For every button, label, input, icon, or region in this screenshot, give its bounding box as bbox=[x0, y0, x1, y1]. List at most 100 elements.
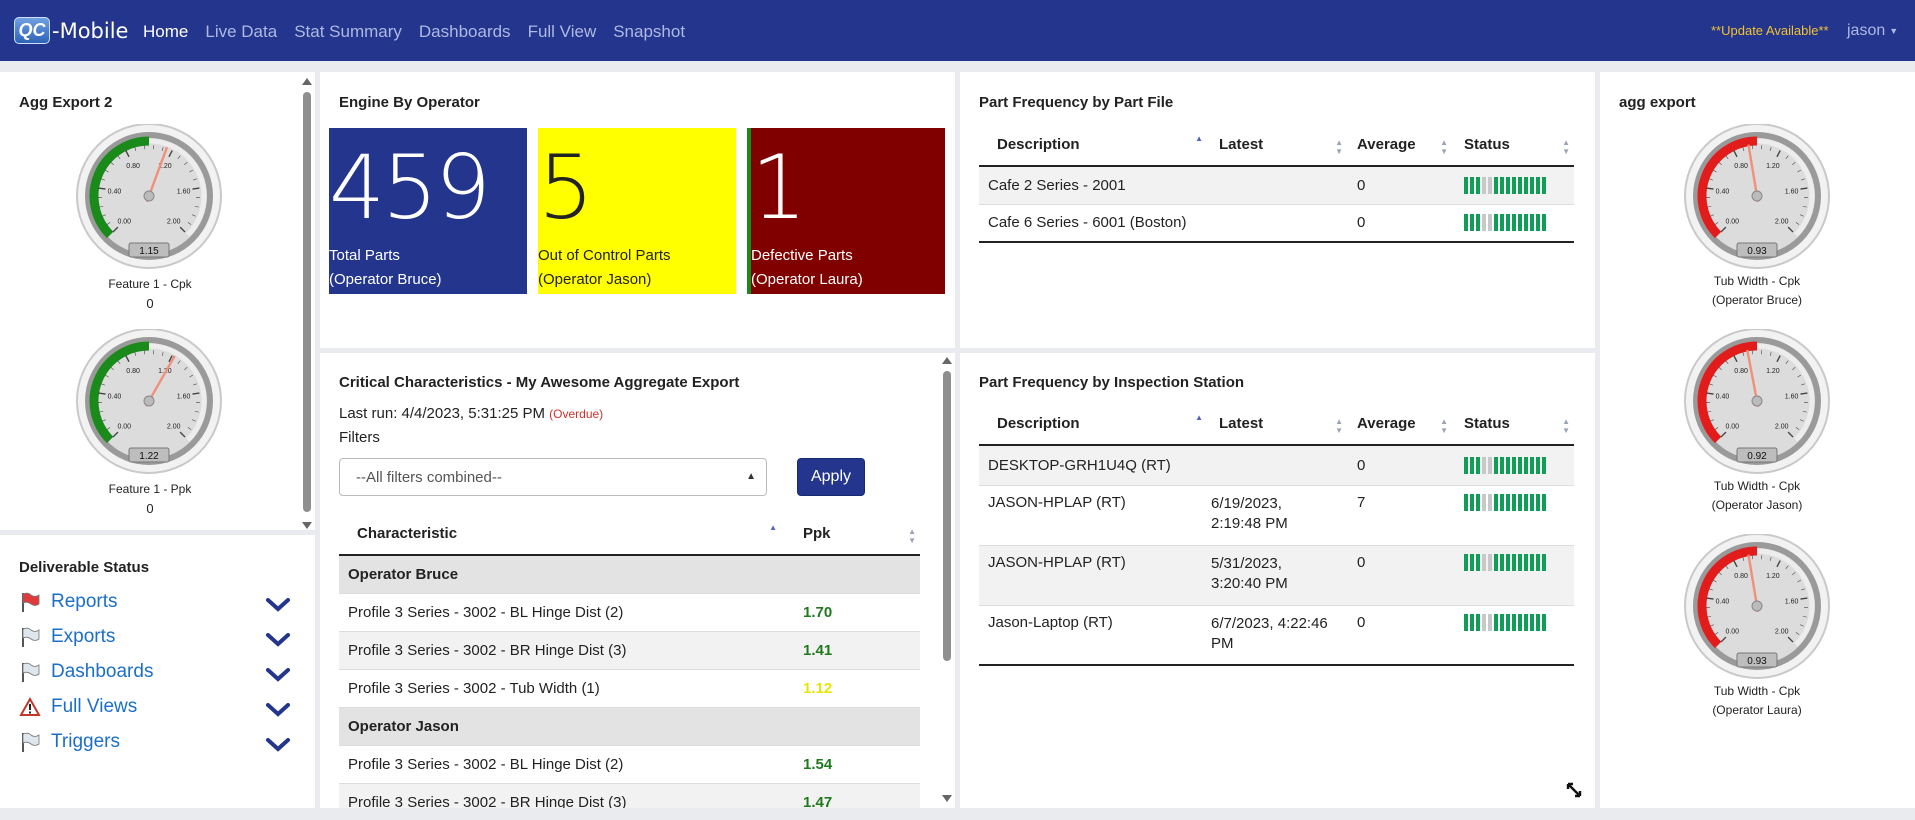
update-available-link[interactable]: **Update Available** bbox=[1711, 23, 1829, 38]
deliverable-full-views[interactable]: Full Views bbox=[19, 696, 137, 718]
tile-out-of-control[interactable]: 5 Out of Control Parts (Operator Jason) bbox=[538, 128, 736, 294]
table-row[interactable]: Profile 3 Series - 3002 - BL Hinge Dist … bbox=[339, 744, 920, 783]
status-segment bbox=[1518, 176, 1522, 194]
sort-icon: ▲ ▼ bbox=[1562, 138, 1570, 156]
status-segment bbox=[1512, 176, 1516, 194]
chevron-down-icon[interactable] bbox=[266, 738, 290, 752]
table-row[interactable]: JASON-HPLAP (RT) 5/31/2023, 3:20:40 PM 0 bbox=[979, 544, 1574, 605]
gauge-tick-label: 1.20 bbox=[1766, 163, 1780, 170]
col-average[interactable]: Average ▲ ▼ bbox=[1347, 124, 1452, 167]
nav-home[interactable]: Home bbox=[143, 22, 188, 42]
chevron-down-icon[interactable] bbox=[266, 703, 290, 717]
nav-stat-summary[interactable]: Stat Summary bbox=[294, 22, 402, 42]
status-bar bbox=[1464, 493, 1574, 511]
table-row[interactable]: Profile 3 Series - 3002 - BR Hinge Dist … bbox=[339, 782, 920, 808]
gauge-feature1-ppk: 0.000.400.801.201.602.001.22 bbox=[76, 329, 222, 474]
deliverable-reports[interactable]: Reports bbox=[19, 591, 118, 613]
flag-icon bbox=[22, 732, 40, 752]
scroll-thumb[interactable] bbox=[943, 371, 951, 661]
table-row[interactable]: Profile 3 Series - 3002 - BR Hinge Dist … bbox=[339, 630, 920, 669]
status-segment bbox=[1494, 176, 1498, 194]
status-segment bbox=[1464, 553, 1468, 571]
caret-down-icon: ▼ bbox=[1889, 25, 1899, 36]
panel-title: Agg Export 2 bbox=[19, 94, 113, 111]
scroll-up-arrow[interactable] bbox=[942, 357, 952, 364]
filter-select[interactable]: --All filters combined-- ▲ bbox=[339, 458, 767, 496]
tile-total-parts[interactable]: 459 Total Parts (Operator Bruce) bbox=[329, 128, 527, 294]
cell-ppk: 1.70 bbox=[787, 592, 920, 631]
table-row[interactable]: Profile 3 Series - 3002 - BL Hinge Dist … bbox=[339, 592, 920, 631]
cell-latest-line1: 6/7/2023, 4:22:46 bbox=[1211, 614, 1328, 632]
status-segment bbox=[1482, 214, 1486, 232]
col-characteristic[interactable]: Characteristic ▲ bbox=[339, 513, 787, 556]
tile-defective-parts[interactable]: 1 Defective Parts (Operator Laura) bbox=[747, 128, 945, 294]
cell-latest bbox=[1211, 444, 1347, 485]
panel-critical-characteristics: Critical Characteristics - My Awesome Ag… bbox=[320, 353, 955, 808]
table-row[interactable]: JASON-HPLAP (RT) 6/19/2023, 2:19:48 PM 7 bbox=[979, 484, 1574, 545]
scroll-down-arrow[interactable] bbox=[302, 522, 312, 529]
scroll-thumb[interactable] bbox=[303, 92, 311, 512]
status-bar bbox=[1464, 456, 1574, 474]
cell-latest-line2: 3:20:40 PM bbox=[1211, 574, 1288, 592]
status-segment bbox=[1536, 553, 1540, 571]
panel-scrollbar[interactable] bbox=[302, 76, 312, 529]
col-average[interactable]: Average ▲ ▼ bbox=[1347, 403, 1452, 446]
table-row[interactable]: Cafe 2 Series - 2001 0 bbox=[979, 165, 1574, 204]
status-segment bbox=[1542, 456, 1546, 474]
app-logo[interactable]: QC -Mobile bbox=[14, 17, 128, 44]
user-menu[interactable]: jason ▼ bbox=[1847, 22, 1898, 40]
tile-caption-line2: (Operator Bruce) bbox=[329, 271, 442, 288]
cell-latest: 5/31/2023, 3:20:40 PM bbox=[1211, 544, 1347, 605]
table-row[interactable]: Profile 3 Series - 3002 - Tub Width (1) … bbox=[339, 668, 920, 707]
col-description[interactable]: Description ▲ bbox=[979, 403, 1211, 446]
apply-button[interactable]: Apply bbox=[797, 458, 865, 496]
table-row[interactable]: Cafe 6 Series - 6001 (Boston) 0 bbox=[979, 203, 1574, 242]
last-run-text: Last run: 4/4/2023, 5:31:25 PM bbox=[339, 405, 545, 422]
col-ppk[interactable]: Ppk ▲ ▼ bbox=[787, 513, 920, 556]
col-header-label: Latest bbox=[1219, 415, 1264, 432]
nav-dashboards[interactable]: Dashboards bbox=[419, 22, 511, 42]
resize-handle-icon[interactable] bbox=[1566, 782, 1582, 798]
cell-characteristic: Profile 3 Series - 3002 - BR Hinge Dist … bbox=[339, 630, 787, 669]
status-segment bbox=[1518, 613, 1522, 631]
col-status[interactable]: Status ▲ ▼ bbox=[1452, 124, 1574, 167]
col-latest[interactable]: Latest ▲ ▼ bbox=[1211, 403, 1347, 446]
status-segment bbox=[1506, 613, 1510, 631]
col-description[interactable]: Description ▲ bbox=[979, 124, 1211, 167]
scroll-down-arrow[interactable] bbox=[942, 795, 952, 802]
status-segment bbox=[1530, 553, 1534, 571]
scroll-up-arrow[interactable] bbox=[302, 78, 312, 85]
gauge-tick-label: 0.00 bbox=[117, 219, 131, 226]
table-row[interactable]: DESKTOP-GRH1U4Q (RT) 0 bbox=[979, 444, 1574, 485]
panel-scrollbar[interactable] bbox=[942, 355, 952, 805]
tile-caption-line2: (Operator Jason) bbox=[538, 271, 652, 288]
col-header-label: Status bbox=[1464, 136, 1510, 153]
deliverable-triggers[interactable]: Triggers bbox=[19, 731, 120, 753]
table-row[interactable]: Jason-Laptop (RT) 6/7/2023, 4:22:46 PM 0 bbox=[979, 604, 1574, 665]
nav-live-data[interactable]: Live Data bbox=[205, 22, 277, 42]
deliverable-exports[interactable]: Exports bbox=[19, 626, 115, 648]
status-segment bbox=[1488, 456, 1492, 474]
status-segment bbox=[1476, 456, 1480, 474]
deliverable-label: Full Views bbox=[51, 696, 138, 717]
gauge-readout: 0.92 bbox=[1747, 451, 1767, 462]
col-status[interactable]: Status ▲ ▼ bbox=[1452, 403, 1574, 446]
deliverable-dashboards[interactable]: Dashboards bbox=[19, 661, 153, 683]
status-segment bbox=[1530, 493, 1534, 511]
nav-full-view[interactable]: Full View bbox=[528, 22, 597, 42]
sort-asc-icon: ▲ bbox=[1195, 134, 1203, 143]
col-latest[interactable]: Latest ▲ ▼ bbox=[1211, 124, 1347, 167]
cell-status bbox=[1452, 203, 1574, 242]
chevron-down-icon[interactable] bbox=[266, 668, 290, 682]
sort-asc-icon: ▲ bbox=[769, 523, 777, 532]
status-segment bbox=[1488, 493, 1492, 511]
panel-deliverable-status: Deliverable Status Reports Exports Dashboa… bbox=[0, 535, 315, 808]
gauge-label: Tub Width - Cpk (Operator Laura) bbox=[1677, 682, 1837, 720]
chevron-down-icon[interactable] bbox=[266, 598, 290, 612]
nav-snapshot[interactable]: Snapshot bbox=[613, 22, 685, 42]
panel-title: Engine By Operator bbox=[339, 94, 480, 111]
cell-latest-line2: PM bbox=[1211, 634, 1234, 652]
status-segment bbox=[1500, 613, 1504, 631]
chevron-down-icon[interactable] bbox=[266, 633, 290, 647]
gauge-tick-label: 1.60 bbox=[1785, 599, 1799, 606]
